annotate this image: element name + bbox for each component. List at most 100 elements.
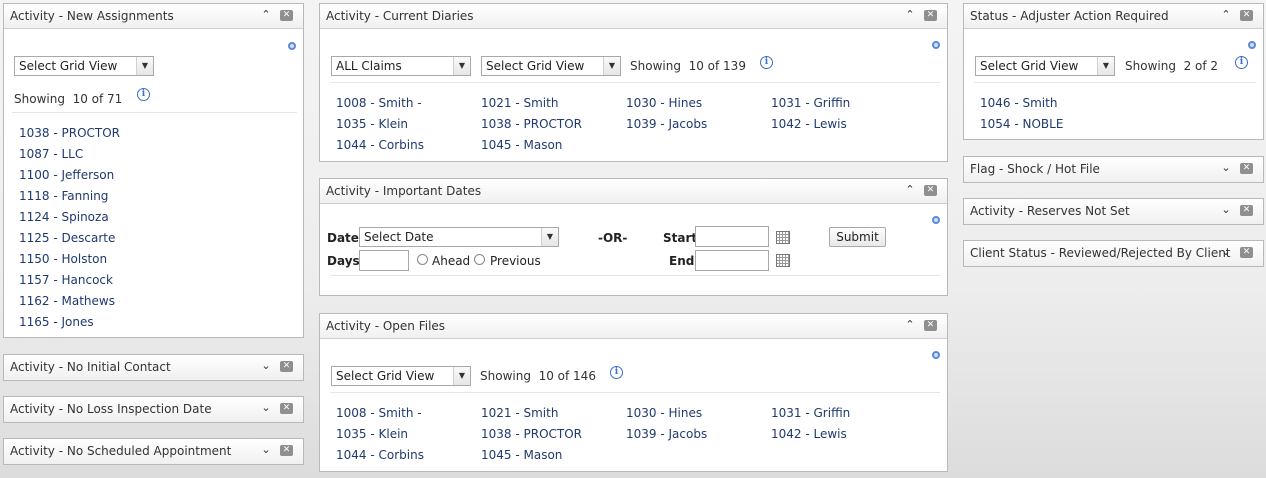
list-item[interactable]: 1124 - Spinoza [19,210,109,224]
info-icon[interactable]: i [760,56,773,69]
info-icon[interactable]: i [1235,56,1248,69]
list-item[interactable]: 1039 - Jacobs [626,427,707,441]
close-icon[interactable]: ✕ [924,320,937,331]
list-item[interactable]: 1118 - Fanning [19,189,108,203]
list-item[interactable]: 1087 - LLC [19,147,83,161]
divider [330,82,940,83]
ahead-label: Ahead [432,254,471,268]
list-item[interactable]: 1100 - Jefferson [19,168,114,182]
list-item[interactable]: 1008 - Smith - [336,406,422,420]
list-item[interactable]: 1031 - Griffin [771,406,850,420]
list-item[interactable]: 1038 - PROCTOR [481,117,582,131]
close-icon[interactable]: ✕ [1240,10,1253,21]
close-icon[interactable]: ✕ [924,185,937,196]
list-item[interactable]: 1046 - Smith [980,96,1057,110]
grid-view-select[interactable]: Select Grid View ▼ [14,56,154,76]
list-item[interactable]: 1031 - Griffin [771,96,850,110]
panel-title: Activity - No Scheduled Appointment [10,444,232,458]
list-item[interactable]: 1030 - Hines [626,96,702,110]
close-icon[interactable]: ✕ [1240,163,1253,174]
date-select[interactable]: Select Date ▼ [359,227,559,247]
panel-shock-hot-file: Flag - Shock / Hot File ⌄ ✕ [963,156,1264,183]
grid-view-select[interactable]: Select Grid View ▼ [481,56,621,76]
panel-header[interactable]: Activity - No Scheduled Appointment ⌄ ✕ [4,439,303,464]
panel-header[interactable]: Activity - No Initial Contact ⌄ ✕ [4,355,303,380]
gear-icon[interactable] [932,41,940,49]
list-item[interactable]: 1042 - Lewis [771,117,847,131]
close-icon[interactable]: ✕ [924,10,937,21]
chevron-up-icon[interactable]: ⌃ [903,8,917,22]
close-icon[interactable]: ✕ [280,403,293,414]
list-item[interactable]: 1030 - Hines [626,406,702,420]
info-icon[interactable]: i [610,366,623,379]
list-item[interactable]: 1125 - Descarte [19,231,115,245]
chevron-down-icon[interactable]: ⌄ [259,401,273,415]
ahead-radio[interactable] [417,254,428,265]
chevron-up-icon[interactable]: ⌃ [1219,8,1233,22]
list-item[interactable]: 1039 - Jacobs [626,117,707,131]
panel-header: Activity - Open Files ⌃ ✕ [320,314,947,339]
gear-icon[interactable] [932,351,940,359]
close-icon[interactable]: ✕ [1240,247,1253,258]
list-item[interactable]: 1008 - Smith - [336,96,422,110]
panel-title: Activity - New Assignments [10,9,174,23]
panel-header[interactable]: Activity - Reserves Not Set ⌄ ✕ [964,199,1263,224]
panel-no-scheduled-appointment: Activity - No Scheduled Appointment ⌄ ✕ [3,438,304,465]
chevron-down-icon[interactable]: ⌄ [1219,161,1233,175]
list-item[interactable]: 1038 - PROCTOR [481,427,582,441]
claims-filter-select[interactable]: ALL Claims ▼ [331,56,471,76]
days-input[interactable] [359,250,409,271]
panel-header[interactable]: Activity - No Loss Inspection Date ⌄ ✕ [4,397,303,422]
panel-header[interactable]: Flag - Shock / Hot File ⌄ ✕ [964,157,1263,182]
list-item[interactable]: 1042 - Lewis [771,427,847,441]
list-item[interactable]: 1157 - Hancock [19,273,113,287]
panel-client-status: Client Status - Reviewed/Rejected By Cli… [963,240,1264,267]
dropdown-arrow-icon: ▼ [1097,57,1114,75]
gear-icon[interactable] [1248,41,1256,49]
chevron-down-icon[interactable]: ⌄ [259,443,273,457]
list-item[interactable]: 1035 - Klein [336,427,408,441]
chevron-down-icon[interactable]: ⌄ [1219,245,1233,259]
end-date-input[interactable] [695,250,769,271]
submit-button[interactable]: Submit [829,227,886,247]
list-item[interactable]: 1035 - Klein [336,117,408,131]
calendar-icon[interactable] [776,254,790,267]
gear-icon[interactable] [288,42,296,50]
list-item[interactable]: 1054 - NOBLE [980,117,1063,131]
panel-title: Activity - No Loss Inspection Date [10,402,212,416]
panel-important-dates: Activity - Important Dates ⌃ ✕ Date: Sel… [319,178,948,296]
list-item[interactable]: 1162 - Mathews [19,294,115,308]
list-item[interactable]: 1150 - Holston [19,252,107,266]
dropdown-arrow-icon: ▼ [453,367,470,385]
list-item[interactable]: 1044 - Corbins [336,448,424,462]
list-item[interactable]: 1165 - Jones [19,315,94,329]
chevron-up-icon[interactable]: ⌃ [903,183,917,197]
previous-radio[interactable] [474,254,485,265]
panel-title: Flag - Shock / Hot File [970,162,1100,176]
close-icon[interactable]: ✕ [280,361,293,372]
info-icon[interactable]: i [137,88,150,101]
close-icon[interactable]: ✕ [1240,205,1253,216]
list-item[interactable]: 1021 - Smith [481,96,558,110]
grid-view-select[interactable]: Select Grid View ▼ [331,366,471,386]
chevron-up-icon[interactable]: ⌃ [259,8,273,22]
list-item[interactable]: 1045 - Mason [481,448,562,462]
chevron-down-icon[interactable]: ⌄ [259,359,273,373]
start-date-input[interactable] [695,226,769,247]
gear-icon[interactable] [932,216,940,224]
panel-no-initial-contact: Activity - No Initial Contact ⌄ ✕ [3,354,304,381]
showing-label: Showing 10 of 146 [480,369,596,383]
close-icon[interactable]: ✕ [280,10,293,21]
list-item[interactable]: 1021 - Smith [481,406,558,420]
list-item[interactable]: 1038 - PROCTOR [19,126,120,140]
list-item[interactable]: 1045 - Mason [481,138,562,152]
panel-header[interactable]: Client Status - Reviewed/Rejected By Cli… [964,241,1263,266]
chevron-down-icon[interactable]: ⌄ [1219,203,1233,217]
close-icon[interactable]: ✕ [280,445,293,456]
grid-view-select[interactable]: Select Grid View ▼ [975,56,1115,76]
chevron-up-icon[interactable]: ⌃ [903,318,917,332]
previous-label: Previous [490,254,541,268]
calendar-icon[interactable] [776,231,790,244]
list-item[interactable]: 1044 - Corbins [336,138,424,152]
panel-adjuster-action-required: Status - Adjuster Action Required ⌃ ✕ Se… [963,3,1264,140]
